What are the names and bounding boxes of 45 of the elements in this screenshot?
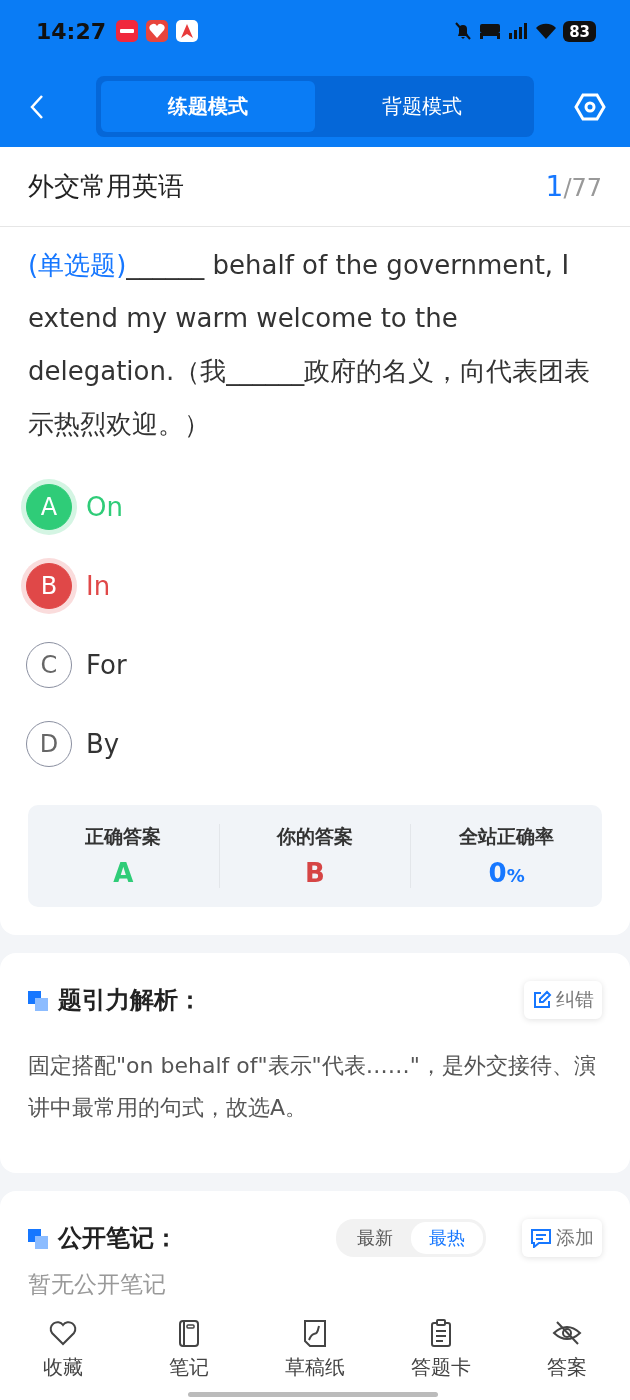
mode-tab[interactable]: 背题模式 (315, 81, 529, 132)
answer-option[interactable]: D By (22, 704, 608, 783)
section-title: 公开笔记： (58, 1223, 178, 1254)
result-value: B (304, 858, 326, 888)
section-title: 题引力解析： (58, 985, 202, 1016)
option-text: In (86, 570, 111, 601)
course-title: 外交常用英语 (28, 170, 184, 203)
toolbar-label[interactable]: 答案 (547, 1354, 587, 1381)
analysis-text: 固定搭配"on behalf of"表示"代表……"，是外交接待、演讲中最常用的句式，故选A。 (28, 1052, 597, 1122)
mode-tab[interactable]: 练题模式 (101, 81, 315, 132)
option-text: By (86, 728, 120, 759)
toolbar-label[interactable]: 草稿纸 (285, 1354, 345, 1381)
heart-icon[interactable] (48, 1318, 78, 1348)
result-value: 0% (487, 858, 526, 888)
sort-tab[interactable]: 最新 (339, 1222, 411, 1254)
wifi-icon (535, 22, 558, 40)
option-text: On (86, 491, 123, 522)
edit-icon (532, 990, 552, 1010)
app-icon (146, 20, 169, 42)
app-icon (116, 20, 139, 42)
bell-off-icon (453, 21, 474, 41)
bed-icon (479, 22, 502, 40)
answer-option[interactable]: B In (22, 546, 608, 625)
empty-notes-text: 暂无公开笔记 (28, 1270, 167, 1299)
result-label: 正确答案 (84, 824, 163, 849)
status-time: 14:27 (36, 18, 107, 44)
toolbar-label[interactable]: 收藏 (43, 1354, 83, 1381)
result-label: 全站正确率 (458, 824, 556, 849)
battery-level: 83 (569, 22, 590, 41)
toolbar-label[interactable]: 笔记 (169, 1354, 209, 1381)
section-icon (28, 989, 50, 1011)
question-text: (单选题)______ behalf of the government, I extend my warm welcome to the delegation.（我______政府的名义，向代表团表示热烈欢迎。） (28, 249, 592, 441)
question-counter: 1/77 (545, 170, 602, 203)
result-label: 你的答案 (275, 824, 354, 849)
sort-tab[interactable]: 最热 (411, 1222, 483, 1254)
comment-icon (530, 1228, 552, 1248)
toolbar-label[interactable]: 答题卡 (411, 1354, 471, 1381)
section-icon (28, 1227, 50, 1249)
add-note-button[interactable]: 添加 (522, 1219, 602, 1257)
signal-icon (507, 21, 530, 41)
app-icon (176, 20, 199, 42)
result-value: A (112, 858, 135, 888)
option-text: For (86, 649, 127, 680)
report-error-button[interactable]: 纠错 (524, 981, 602, 1019)
answer-option[interactable]: C For (22, 625, 608, 704)
